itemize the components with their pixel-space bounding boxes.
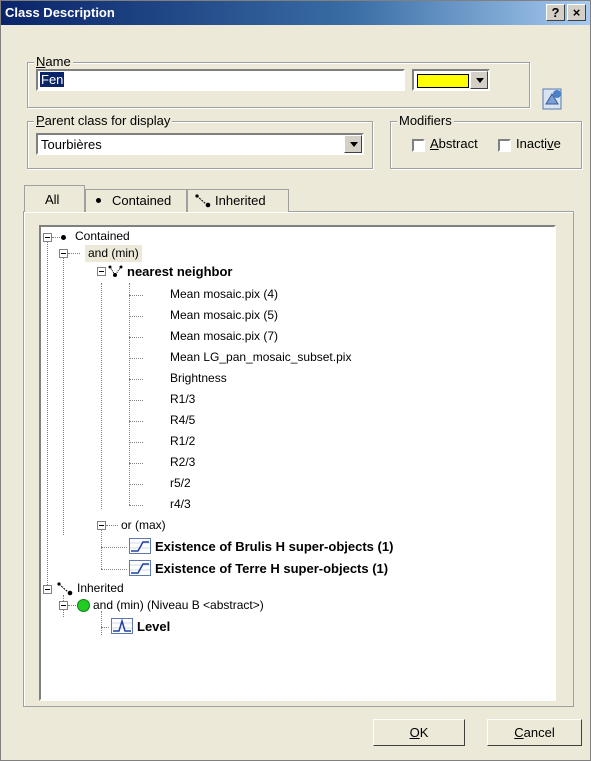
tab-inherited[interactable]: Inherited — [187, 189, 289, 212]
tree-connector — [47, 241, 48, 591]
collapse-toggle[interactable] — [97, 521, 106, 530]
tab-all[interactable]: All — [24, 185, 85, 212]
parent-class-value: Tourbières — [41, 137, 102, 152]
level-function-icon — [111, 618, 133, 634]
tab-inherited-label: Inherited — [215, 193, 266, 208]
chevron-down-icon — [350, 142, 358, 147]
name-field[interactable]: Fen — [36, 69, 405, 91]
feature-item[interactable]: Mean LG_pan_mosaic_subset.pix — [170, 349, 351, 366]
tree-connector — [101, 627, 109, 628]
close-button[interactable]: × — [567, 4, 586, 21]
tree-connector — [129, 316, 143, 317]
tree-connector — [129, 442, 143, 443]
feature-item[interactable]: R1/2 — [170, 433, 195, 450]
feature-item[interactable]: r5/2 — [170, 475, 191, 492]
collapse-toggle[interactable] — [43, 585, 52, 594]
collapse-toggle[interactable] — [59, 601, 68, 610]
tree-node-or-max[interactable]: or (max) — [121, 517, 166, 534]
inherited-icon — [57, 582, 73, 596]
class-description-dialog: Class Description ? × Name Fen Parent cl… — [0, 0, 591, 761]
feature-item[interactable]: Mean mosaic.pix (4) — [170, 286, 278, 303]
tree-connector — [129, 484, 143, 485]
tree-connector — [129, 505, 143, 506]
abstract-label[interactable]: Abstract — [430, 136, 478, 151]
tree-connector — [129, 337, 143, 338]
collapse-toggle[interactable] — [43, 233, 52, 242]
tree-connector — [129, 295, 143, 296]
contained-dot-icon — [61, 235, 66, 240]
tree-connector — [129, 463, 143, 464]
tree-node-and-min-niveau[interactable]: and (min) (Niveau B <abstract>) — [93, 597, 264, 614]
tree-connector — [129, 400, 143, 401]
inactive-label[interactable]: Inactive — [516, 136, 561, 151]
inactive-checkbox[interactable] — [498, 139, 511, 152]
chevron-down-icon — [476, 78, 484, 83]
nearest-neighbor-icon — [108, 265, 123, 277]
parent-class-label: Parent class for display — [34, 113, 173, 128]
tree-node-nearest-neighbor[interactable]: nearest neighbor — [127, 263, 232, 280]
tree-connector — [101, 529, 102, 569]
ok-button[interactable]: OK — [373, 719, 465, 746]
name-field-value: Fen — [40, 72, 65, 87]
membership-function-icon — [129, 560, 151, 576]
tree-node-contained[interactable]: Contained — [75, 228, 130, 245]
tree-connector — [106, 525, 118, 526]
window-title: Class Description — [5, 5, 115, 20]
name-label-rest: ame — [45, 54, 71, 69]
parent-class-dropdown-button[interactable] — [344, 135, 362, 153]
tree-node-inherited[interactable]: Inherited — [77, 580, 124, 597]
inherited-icon — [195, 194, 211, 208]
class-icon[interactable] — [540, 86, 566, 112]
tree-connector — [68, 253, 80, 254]
feature-tree[interactable]: Contained and (min) nearest neighbor Mea… — [39, 225, 556, 701]
feature-item[interactable]: Brightness — [170, 370, 227, 387]
contained-dot-icon — [96, 198, 101, 203]
collapse-toggle[interactable] — [59, 249, 68, 258]
feature-item[interactable]: Mean mosaic.pix (7) — [170, 328, 278, 345]
tree-connector — [68, 605, 76, 606]
tab-all-label: All — [45, 192, 60, 207]
title-bar: Class Description ? × — [1, 1, 590, 25]
tree-connector — [129, 358, 143, 359]
tab-contained[interactable]: Contained — [85, 189, 187, 212]
tree-node-level[interactable]: Level — [137, 618, 170, 635]
tree-connector — [129, 379, 143, 380]
tree-connector — [101, 547, 127, 548]
tree-connector — [129, 421, 143, 422]
feature-item[interactable]: R2/3 — [170, 454, 195, 471]
membership-function-icon — [129, 538, 151, 554]
tree-connector — [52, 237, 60, 238]
parent-label-rest: arent class for display — [44, 113, 171, 128]
name-group-label: Name — [34, 54, 73, 69]
tree-node-existence-brulis[interactable]: Existence of Brulis H super-objects (1) — [155, 538, 393, 555]
tree-connector — [63, 255, 64, 535]
cancel-button[interactable]: Cancel — [487, 719, 582, 746]
abstract-checkbox[interactable] — [412, 139, 425, 152]
feature-item[interactable]: R4/5 — [170, 412, 195, 429]
tree-connector — [101, 611, 102, 635]
tree-connector — [101, 283, 102, 509]
feature-item[interactable]: r4/3 — [170, 496, 191, 513]
feature-item[interactable]: Mean mosaic.pix (5) — [170, 307, 278, 324]
feature-item[interactable]: R1/3 — [170, 391, 195, 408]
tab-contained-label: Contained — [112, 193, 172, 208]
color-dropdown-button[interactable] — [470, 71, 488, 89]
tree-node-and-min[interactable]: and (min) — [85, 245, 142, 262]
help-button[interactable]: ? — [546, 4, 565, 21]
green-circle-icon — [77, 599, 90, 612]
parent-class-select[interactable]: Tourbières — [36, 133, 364, 155]
color-swatch — [417, 74, 469, 88]
tree-connector — [101, 569, 127, 570]
tree-node-existence-terre[interactable]: Existence of Terre H super-objects (1) — [155, 560, 388, 577]
color-picker[interactable] — [412, 69, 490, 91]
modifiers-label: Modifiers — [397, 113, 454, 128]
collapse-toggle[interactable] — [97, 267, 106, 276]
